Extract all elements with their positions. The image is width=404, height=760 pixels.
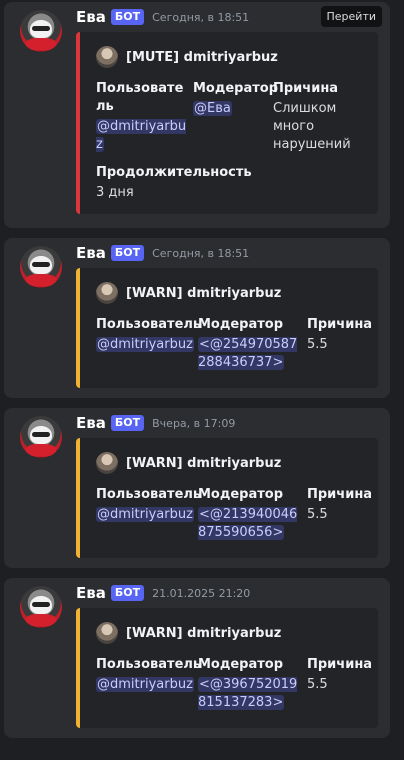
- embed-author-avatar: [96, 452, 118, 474]
- message-header: Ева БОТ Вчера, в 17:09: [76, 414, 235, 432]
- embed: [WARN] dmitriyarbuz Пользователь @dmitri…: [76, 268, 378, 388]
- embed-title: [WARN] dmitriyarbuz: [126, 625, 282, 641]
- field-moderator-label: Модератор: [193, 81, 279, 96]
- embed-title: [WARN] dmitriyarbuz: [126, 285, 282, 301]
- bot-badge: БОТ: [110, 245, 145, 261]
- embed: [MUTE] dmitriyarbuz Пользователь @dmitri…: [76, 32, 378, 214]
- avatar-scarf: [26, 38, 56, 50]
- user-mention[interactable]: @dmitriyarbuz: [96, 677, 194, 692]
- field-duration: Продолжительность 3 дня: [96, 164, 366, 202]
- message: Ева БОТ Вчера, в 17:09 [WARN] dmitriyarb…: [4, 408, 390, 568]
- embed-author: [WARN] dmitriyarbuz: [96, 452, 281, 474]
- field-user: Пользователь @dmitriyarbuz: [96, 316, 202, 354]
- field-reason: Причина 5.5: [307, 316, 373, 354]
- author-avatar[interactable]: [20, 10, 62, 52]
- message: Ева БОТ Сегодня, в 18:51 [WARN] dmitriya…: [4, 238, 390, 398]
- field-duration-value: 3 дня: [96, 185, 134, 200]
- avatar-visor: [32, 602, 50, 607]
- field-user-label: Пользователь: [96, 317, 202, 332]
- moderator-mention[interactable]: @Ева: [193, 101, 232, 116]
- avatar-visor: [32, 26, 50, 31]
- field-moderator-value-wrap: @Ева: [193, 100, 269, 118]
- field-user-label: Пользователь: [96, 81, 184, 114]
- author-name[interactable]: Ева: [76, 584, 106, 602]
- message: Ева БОТ 21.01.2025 21:20 [WARN] dmitriya…: [4, 578, 390, 738]
- bot-badge: БОТ: [110, 585, 145, 601]
- field-moderator: Модератор <@213940046875590656>: [198, 486, 298, 542]
- moderator-mention[interactable]: <@254970587288436737>: [198, 337, 298, 370]
- field-user-label: Пользователь: [96, 657, 202, 672]
- field-user: Пользователь @dmitriyarbuz: [96, 80, 190, 154]
- bot-badge: БОТ: [110, 415, 145, 431]
- field-moderator-value-wrap: <@213940046875590656>: [198, 506, 298, 542]
- embed: [WARN] dmitriyarbuz Пользователь @dmitri…: [76, 438, 378, 558]
- author-name[interactable]: Ева: [76, 244, 106, 262]
- field-reason-value: 5.5: [307, 507, 328, 522]
- field-duration-label: Продолжительность: [96, 165, 252, 180]
- user-mention[interactable]: @dmitriyarbuz: [96, 337, 194, 352]
- message-feed: Ева БОТ Сегодня, в 18:51 Перейти [MUTE] …: [0, 0, 404, 760]
- moderator-mention[interactable]: <@396752019815137283>: [198, 677, 298, 710]
- embed-author: [MUTE] dmitriyarbuz: [96, 46, 278, 68]
- bot-badge: БОТ: [110, 9, 145, 25]
- field-moderator: Модератор <@396752019815137283>: [198, 656, 298, 712]
- field-user-value-wrap: @dmitriyarbuz: [96, 118, 190, 154]
- author-avatar[interactable]: [20, 246, 62, 288]
- field-reason: Причина 5.5: [307, 656, 373, 694]
- message: Ева БОТ Сегодня, в 18:51 Перейти [MUTE] …: [4, 2, 390, 228]
- message-header: Ева БОТ Сегодня, в 18:51: [76, 244, 249, 262]
- goto-button[interactable]: Перейти: [320, 6, 382, 27]
- author-avatar[interactable]: [20, 586, 62, 628]
- embed-title: [MUTE] dmitriyarbuz: [126, 49, 278, 65]
- author-name[interactable]: Ева: [76, 8, 106, 26]
- user-mention[interactable]: @dmitriyarbuz: [96, 119, 187, 152]
- timestamp: Вчера, в 17:09: [152, 416, 236, 430]
- field-user-label: Пользователь: [96, 487, 202, 502]
- timestamp: 21.01.2025 21:20: [152, 586, 251, 600]
- avatar-visor: [32, 262, 50, 267]
- message-header: Ева БОТ 21.01.2025 21:20: [76, 584, 250, 602]
- timestamp: Сегодня, в 18:51: [152, 10, 250, 24]
- avatar-visor: [32, 432, 50, 437]
- field-moderator-label: Модератор: [198, 487, 284, 502]
- field-user-value-wrap: @dmitriyarbuz: [96, 336, 194, 354]
- field-reason-value: Слишком много нарушений: [273, 101, 351, 152]
- field-reason: Причина 5.5: [307, 486, 373, 524]
- embed-author-avatar: [96, 622, 118, 644]
- field-reason-label: Причина: [307, 487, 373, 502]
- embed: [WARN] dmitriyarbuz Пользователь @dmitri…: [76, 608, 378, 728]
- field-reason: Причина Слишком много нарушений: [273, 80, 371, 154]
- moderator-mention[interactable]: <@213940046875590656>: [198, 507, 298, 540]
- field-moderator: Модератор @Ева: [193, 80, 279, 118]
- field-user-value-wrap: @dmitriyarbuz: [96, 506, 194, 524]
- field-moderator-value-wrap: <@254970587288436737>: [198, 336, 298, 372]
- timestamp: Сегодня, в 18:51: [152, 246, 250, 260]
- author-avatar[interactable]: [20, 416, 62, 458]
- field-user: Пользователь @dmitriyarbuz: [96, 656, 202, 694]
- author-name[interactable]: Ева: [76, 414, 106, 432]
- field-moderator: Модератор <@254970587288436737>: [198, 316, 298, 372]
- field-moderator-label: Модератор: [198, 657, 284, 672]
- message-header: Ева БОТ Сегодня, в 18:51: [76, 8, 249, 26]
- user-mention[interactable]: @dmitriyarbuz: [96, 507, 194, 522]
- field-reason-label: Причина: [273, 81, 339, 96]
- field-user: Пользователь @dmitriyarbuz: [96, 486, 202, 524]
- embed-title: [WARN] dmitriyarbuz: [126, 455, 282, 471]
- embed-author: [WARN] dmitriyarbuz: [96, 622, 281, 644]
- embed-author-avatar: [96, 282, 118, 304]
- embed-author: [WARN] dmitriyarbuz: [96, 282, 281, 304]
- field-moderator-value-wrap: <@396752019815137283>: [198, 676, 298, 712]
- field-user-value-wrap: @dmitriyarbuz: [96, 676, 194, 694]
- field-moderator-label: Модератор: [198, 317, 284, 332]
- field-reason-value: 5.5: [307, 677, 328, 692]
- field-reason-value: 5.5: [307, 337, 328, 352]
- embed-author-avatar: [96, 46, 118, 68]
- avatar-scarf: [26, 274, 56, 286]
- field-reason-label: Причина: [307, 317, 373, 332]
- avatar-scarf: [26, 444, 56, 456]
- avatar-scarf: [26, 614, 56, 626]
- field-reason-label: Причина: [307, 657, 373, 672]
